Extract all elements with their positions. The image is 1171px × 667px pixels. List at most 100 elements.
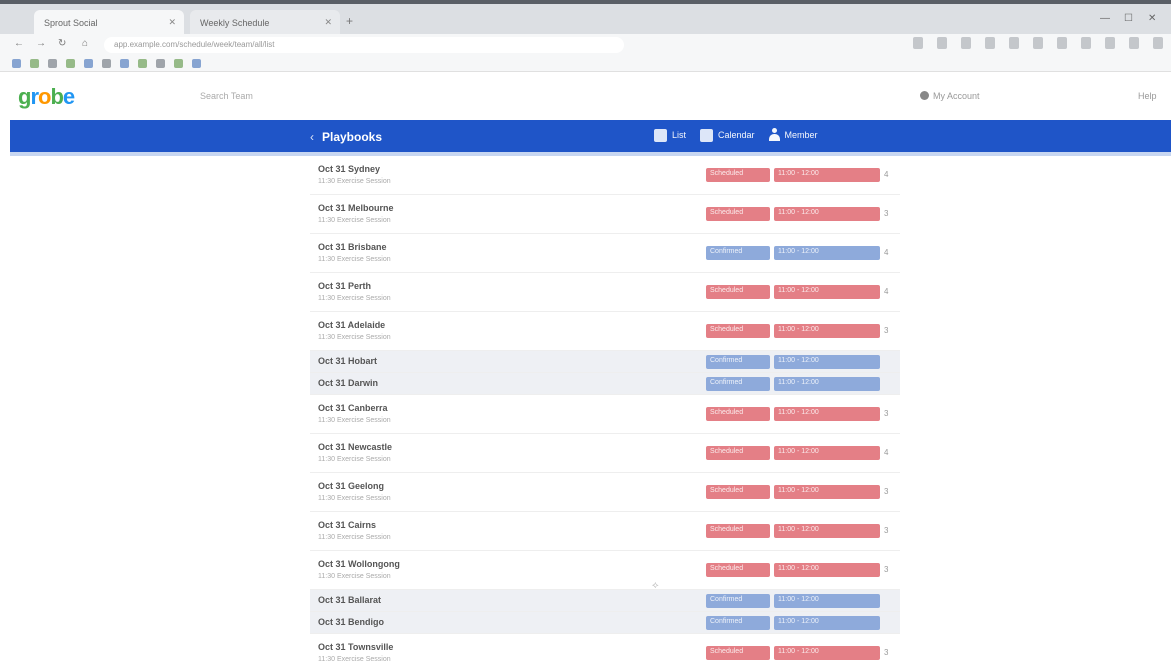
- extension-icon[interactable]: [1057, 37, 1067, 49]
- bookmark-icon[interactable]: [66, 59, 75, 68]
- bookmarks-bar: [0, 56, 1171, 72]
- reload-icon[interactable]: ↻: [58, 38, 66, 49]
- list-item[interactable]: Oct 31 Sydney 11:30 Exercise Session Sched…: [310, 156, 900, 195]
- time-range-badge: 11:00 - 12:00: [774, 485, 880, 499]
- back-icon[interactable]: ←: [14, 38, 24, 49]
- maximize-icon[interactable]: ☐: [1124, 13, 1133, 24]
- status-bar[interactable]: Scheduled 11:00 - 12:00: [706, 485, 880, 499]
- list-item[interactable]: Oct 31 Hobart Confirmed 11:00 - 12:00: [310, 351, 900, 373]
- extension-icon[interactable]: [1009, 37, 1019, 49]
- item-count: 3: [884, 648, 889, 657]
- item-subtitle: 11:30 Exercise Session: [318, 334, 391, 341]
- extension-icon[interactable]: [985, 37, 995, 49]
- item-count: 3: [884, 487, 889, 496]
- item-title: Oct 31 Sydney: [318, 164, 381, 174]
- bookmark-icon[interactable]: [156, 59, 165, 68]
- tab-title: Weekly Schedule: [200, 18, 270, 28]
- list-item[interactable]: Oct 31 Brisbane 11:30 Exercise Session Con…: [310, 234, 900, 273]
- bookmark-icon[interactable]: [138, 59, 147, 68]
- status-bar[interactable]: Scheduled 11:00 - 12:00: [706, 324, 880, 338]
- extension-icon[interactable]: [1129, 37, 1139, 49]
- extension-icon[interactable]: [1153, 37, 1163, 49]
- list-item[interactable]: Oct 31 Melbourne 11:30 Exercise Session Sc…: [310, 195, 900, 234]
- bookmark-icon[interactable]: [30, 59, 39, 68]
- status-bar[interactable]: Scheduled 11:00 - 12:00: [706, 285, 880, 299]
- bookmark-icon[interactable]: [102, 59, 111, 68]
- item-title: Oct 31 Darwin: [318, 378, 379, 388]
- status-bar[interactable]: Scheduled 11:00 - 12:00: [706, 207, 880, 221]
- item-count: 3: [884, 326, 889, 335]
- calendar-icon: [700, 128, 714, 142]
- status-badge: Scheduled: [706, 446, 770, 460]
- item-title: Oct 31 Hobart: [318, 356, 378, 366]
- list-item[interactable]: Oct 31 Newcastle 11:30 Exercise Session Sc…: [310, 434, 900, 473]
- status-bar[interactable]: Scheduled 11:00 - 12:00: [706, 168, 880, 182]
- list-item[interactable]: Oct 31 Bendigo Confirmed 11:00 - 12:00: [310, 612, 900, 634]
- search-input[interactable]: Search Team: [200, 91, 253, 101]
- close-icon[interactable]: ✕: [324, 17, 332, 28]
- extension-icon[interactable]: [1081, 37, 1091, 49]
- item-subtitle: 11:30 Exercise Session: [318, 256, 391, 263]
- home-icon[interactable]: ⌂: [82, 38, 88, 49]
- bookmark-icon[interactable]: [12, 59, 21, 68]
- page-nav-bar: ‹ Playbooks List Calendar Member: [10, 120, 1171, 156]
- help-link[interactable]: Help: [1138, 91, 1157, 101]
- list-item[interactable]: Oct 31 Cairns 11:30 Exercise Session Sched…: [310, 512, 900, 551]
- close-icon[interactable]: ✕: [168, 17, 176, 28]
- bookmark-icon[interactable]: [84, 59, 93, 68]
- extension-icon[interactable]: [937, 37, 947, 49]
- list-item[interactable]: Oct 31 Wollongong 11:30 Exercise Session S…: [310, 551, 900, 590]
- account-menu[interactable]: My Account: [920, 91, 980, 101]
- status-bar[interactable]: Scheduled 11:00 - 12:00: [706, 446, 880, 460]
- forward-icon[interactable]: →: [36, 38, 46, 49]
- new-tab-icon[interactable]: +: [346, 14, 353, 28]
- app-logo[interactable]: grobe: [18, 84, 75, 110]
- list-item[interactable]: Oct 31 Geelong 11:30 Exercise Session Sche…: [310, 473, 900, 512]
- page-title[interactable]: ‹ Playbooks: [310, 130, 382, 144]
- item-subtitle: 11:30 Exercise Session: [318, 456, 391, 463]
- status-bar[interactable]: Confirmed 11:00 - 12:00: [706, 246, 880, 260]
- item-count: 3: [884, 409, 889, 418]
- list-item[interactable]: Oct 31 Ballarat Confirmed 11:00 - 12:00: [310, 590, 900, 612]
- status-bar[interactable]: Scheduled 11:00 - 12:00: [706, 407, 880, 421]
- status-badge: Scheduled: [706, 207, 770, 221]
- extension-icon[interactable]: [1033, 37, 1043, 49]
- extension-icon[interactable]: [913, 37, 923, 49]
- status-bar[interactable]: Confirmed 11:00 - 12:00: [706, 594, 880, 608]
- chevron-left-icon[interactable]: ‹: [310, 130, 314, 144]
- extension-icons: [913, 37, 1163, 49]
- window-close-icon[interactable]: ✕: [1148, 13, 1156, 24]
- address-bar[interactable]: app.example.com/schedule/week/team/all/l…: [104, 37, 624, 53]
- status-bar[interactable]: Confirmed 11:00 - 12:00: [706, 355, 880, 369]
- bookmark-icon[interactable]: [174, 59, 183, 68]
- extension-icon[interactable]: [961, 37, 971, 49]
- item-subtitle: 11:30 Exercise Session: [318, 495, 391, 502]
- status-bar[interactable]: Confirmed 11:00 - 12:00: [706, 616, 880, 630]
- list-item[interactable]: Oct 31 Perth 11:30 Exercise Session Schedu…: [310, 273, 900, 312]
- list-item[interactable]: Oct 31 Townsville 11:30 Exercise Session S…: [310, 634, 900, 667]
- time-range-badge: 11:00 - 12:00: [774, 407, 880, 421]
- time-range-badge: 11:00 - 12:00: [774, 446, 880, 460]
- member-view-button[interactable]: Member: [768, 128, 818, 142]
- status-bar[interactable]: Confirmed 11:00 - 12:00: [706, 377, 880, 391]
- list-item[interactable]: Oct 31 Adelaide 11:30 Exercise Session Sch…: [310, 312, 900, 351]
- minimize-icon[interactable]: —: [1100, 13, 1110, 24]
- status-bar[interactable]: Scheduled 11:00 - 12:00: [706, 563, 880, 577]
- status-badge: Scheduled: [706, 285, 770, 299]
- bookmark-icon[interactable]: [120, 59, 129, 68]
- calendar-view-button[interactable]: Calendar: [700, 128, 755, 142]
- time-range-badge: 11:00 - 12:00: [774, 355, 880, 369]
- list-item[interactable]: Oct 31 Canberra 11:30 Exercise Session Sch…: [310, 395, 900, 434]
- list-item[interactable]: Oct 31 Darwin Confirmed 11:00 - 12:00: [310, 373, 900, 395]
- item-subtitle: 11:30 Exercise Session: [318, 573, 391, 580]
- bookmark-icon[interactable]: [192, 59, 201, 68]
- list-view-button[interactable]: List: [654, 128, 686, 142]
- item-title: Oct 31 Perth: [318, 281, 372, 291]
- status-badge: Scheduled: [706, 646, 770, 660]
- item-count: 4: [884, 287, 889, 296]
- status-bar[interactable]: Scheduled 11:00 - 12:00: [706, 646, 880, 660]
- status-bar[interactable]: Scheduled 11:00 - 12:00: [706, 524, 880, 538]
- item-title: Oct 31 Ballarat: [318, 595, 382, 605]
- extension-icon[interactable]: [1105, 37, 1115, 49]
- bookmark-icon[interactable]: [48, 59, 57, 68]
